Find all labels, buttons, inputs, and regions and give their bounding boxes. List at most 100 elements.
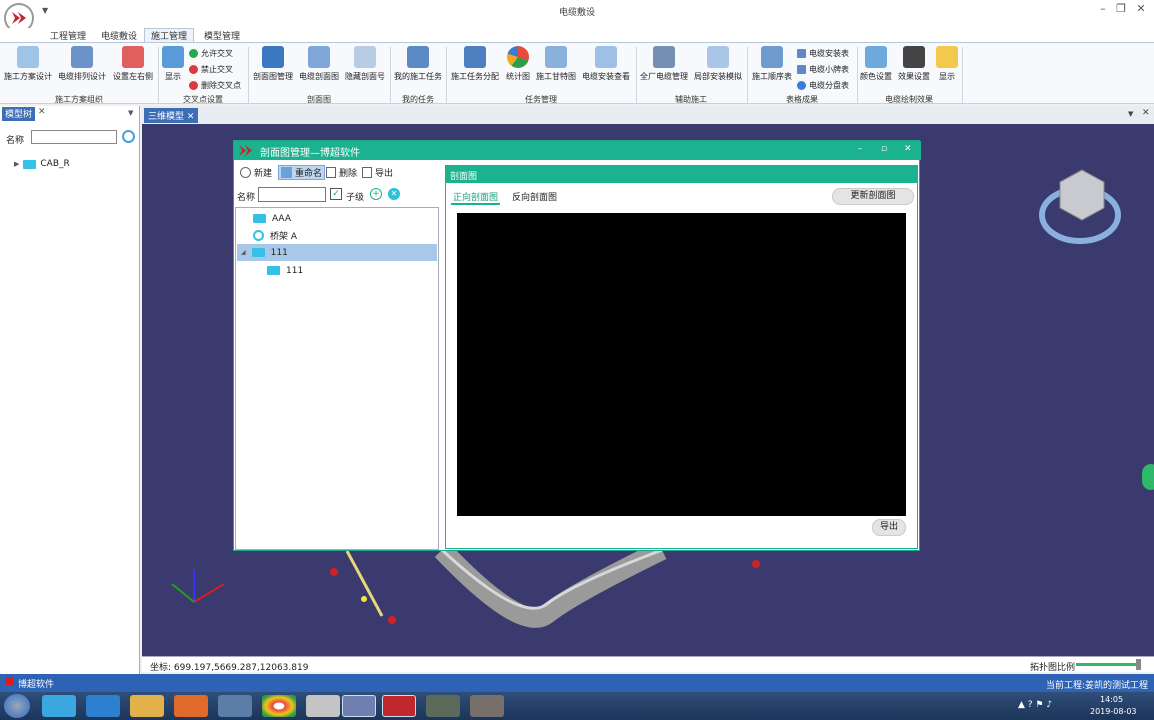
tray-icon [253, 230, 264, 241]
show-cross-button[interactable]: 显示 [160, 46, 186, 82]
section-icon [308, 46, 330, 68]
design-app-icon[interactable] [342, 695, 376, 717]
close-button[interactable]: ✕ [1130, 2, 1152, 18]
cable-section-button[interactable]: 电缆剖面图 [298, 46, 340, 82]
tray-icons[interactable]: ▲ ? ⚑ ♪ [1018, 700, 1052, 710]
clock-date: 2019-08-03 [1090, 707, 1137, 716]
tree-item[interactable]: AAA [237, 210, 437, 227]
order-table-button[interactable]: 施工顺序表 [749, 46, 795, 82]
plus-icon [240, 167, 251, 178]
child-checkbox[interactable]: ✓ [330, 188, 342, 200]
statistics-button[interactable]: 统计图 [503, 46, 533, 82]
tab-model[interactable]: 模型管理 [198, 29, 246, 43]
tag-table-button[interactable]: 电缆小牌表 [797, 64, 849, 75]
plant-cable-button[interactable]: 全厂电缆管理 [638, 46, 690, 82]
pie-chart-icon [507, 46, 529, 68]
taskbar-app-icon[interactable] [218, 695, 252, 717]
title-bar: 电缆敷设 – ❐ ✕ [0, 0, 1154, 28]
display-button[interactable]: 显示 [935, 46, 959, 82]
allow-cross-button[interactable]: 允许交叉 [189, 48, 233, 59]
update-section-button[interactable]: 更新剖面图 [832, 188, 914, 205]
delete-cross-button[interactable]: 删除交叉点 [189, 80, 241, 91]
close-icon[interactable]: ✕ [38, 107, 46, 117]
table-icon [653, 46, 675, 68]
clear-icon[interactable]: ✕ [388, 188, 400, 200]
rename-button[interactable]: 重命名 [278, 165, 326, 180]
quick-access-dropdown-icon[interactable]: ▼ [42, 6, 48, 15]
coordinate-readout: 坐标: 699.197,5669.287,12063.819 [150, 663, 309, 673]
name-input[interactable] [31, 130, 117, 144]
dialog-name-input[interactable] [258, 187, 326, 202]
arrangement-design-button[interactable]: 电缆排列设计 [56, 46, 108, 82]
taskbar-app-icon[interactable] [470, 695, 504, 717]
gantt-button[interactable]: 施工甘特图 [535, 46, 577, 82]
browser-icon[interactable] [86, 695, 120, 717]
tab-forward-section[interactable]: 正向剖面图 [451, 190, 501, 205]
side-float-icon[interactable] [1142, 464, 1154, 490]
tab-project[interactable]: 工程管理 [44, 29, 92, 43]
export-button[interactable]: 导出 [362, 166, 393, 179]
task-assign-button[interactable]: 施工任务分配 [449, 46, 501, 82]
my-task-button[interactable]: 我的施工任务 [392, 46, 444, 82]
scale-slider[interactable] [1076, 663, 1138, 666]
taskbar-app-icon[interactable] [42, 695, 76, 717]
section-manage-button[interactable]: 剖面图管理 [250, 46, 296, 82]
reel-table-button[interactable]: 电缆分盘表 [797, 80, 849, 91]
tree-item[interactable]: 111 [237, 262, 437, 279]
gantt-icon [545, 46, 567, 68]
marker-node [388, 616, 396, 624]
taskbar-app-icon[interactable] [426, 695, 460, 717]
ribbon-tabs: 工程管理 电缆敷设 施工管理 模型管理 [0, 28, 1154, 42]
model-tree-panel: 模型树 ✕ ▼ 名称 ▶ CAB_R [0, 106, 140, 674]
preview-title-bar: 剖面图 [446, 166, 917, 183]
add-icon[interactable]: + [370, 188, 382, 200]
group-section: 剖面图 [307, 95, 331, 104]
tab-construction[interactable]: 施工管理 [144, 28, 195, 42]
tab-cable-laying[interactable]: 电缆敷设 [95, 29, 143, 43]
plan-design-button[interactable]: 施工方案设计 [2, 46, 54, 82]
forbid-cross-button[interactable]: 禁止交叉 [189, 64, 233, 75]
install-view-button[interactable]: 电缆安装查看 [579, 46, 633, 82]
hide-section-button[interactable]: 隐藏剖面号 [342, 46, 388, 82]
tree-item-selected[interactable]: ◢ 111 [237, 244, 437, 261]
tree-item[interactable]: 桥架 A [237, 227, 437, 244]
dropdown-icon[interactable]: ▼ [1128, 110, 1133, 118]
tab-reverse-section[interactable]: 反向剖面图 [510, 190, 559, 203]
collapse-icon[interactable]: ◢ [241, 249, 246, 256]
tab-3d-model[interactable]: 三维模型 ✕ [144, 108, 199, 123]
axis-x [193, 583, 225, 603]
close-icon[interactable]: ✕ [1142, 108, 1150, 118]
search-icon[interactable] [122, 130, 135, 143]
media-player-icon[interactable] [174, 695, 208, 717]
effect-setting-button[interactable]: 效果设置 [897, 46, 931, 82]
install-table-button[interactable]: 电缆安装表 [797, 48, 849, 59]
section-canvas[interactable] [457, 213, 906, 516]
plan-design-icon [17, 46, 39, 68]
tree-item-root[interactable]: ▶ CAB_R [14, 159, 70, 169]
dialog-minimize-button[interactable]: – [858, 144, 863, 154]
dialog-name-label: 名称 [237, 193, 256, 203]
start-button-icon[interactable] [4, 694, 30, 718]
folder-taskbar-icon[interactable] [130, 695, 164, 717]
monitor-icon [903, 46, 925, 68]
color-setting-button[interactable]: 颜色设置 [859, 46, 893, 82]
chrome-icon[interactable] [262, 695, 296, 717]
dialog-close-button[interactable]: ✕ [904, 144, 912, 154]
delete-button[interactable]: 删除 [326, 166, 357, 179]
model-tree-tab[interactable]: 模型树 [2, 107, 36, 121]
local-sim-button[interactable]: 局部安装模拟 [692, 46, 744, 82]
share-icon [262, 46, 284, 68]
new-button[interactable]: 新建 [240, 166, 272, 179]
dialog-maximize-button[interactable]: ▫ [881, 144, 887, 154]
export-section-button[interactable]: 导出 [872, 519, 906, 536]
view-cube-icon[interactable] [1059, 169, 1105, 221]
preview-title: 剖面图 [450, 172, 478, 182]
dropdown-icon[interactable]: ▼ [128, 109, 133, 117]
cable-app-icon[interactable] [382, 695, 416, 717]
taskbar-app-icon[interactable] [306, 695, 340, 717]
set-side-button[interactable]: 设置左右侧 [110, 46, 156, 82]
section-manager-dialog: 剖面图管理—博超软件 – ▫ ✕ 新建 重命名 删除 导出 名称 ✓ 子级 + … [233, 140, 921, 551]
expand-icon[interactable]: ▶ [14, 160, 19, 168]
scale-slider-handle[interactable] [1136, 659, 1141, 670]
maximize-button[interactable]: ❐ [1110, 2, 1132, 18]
